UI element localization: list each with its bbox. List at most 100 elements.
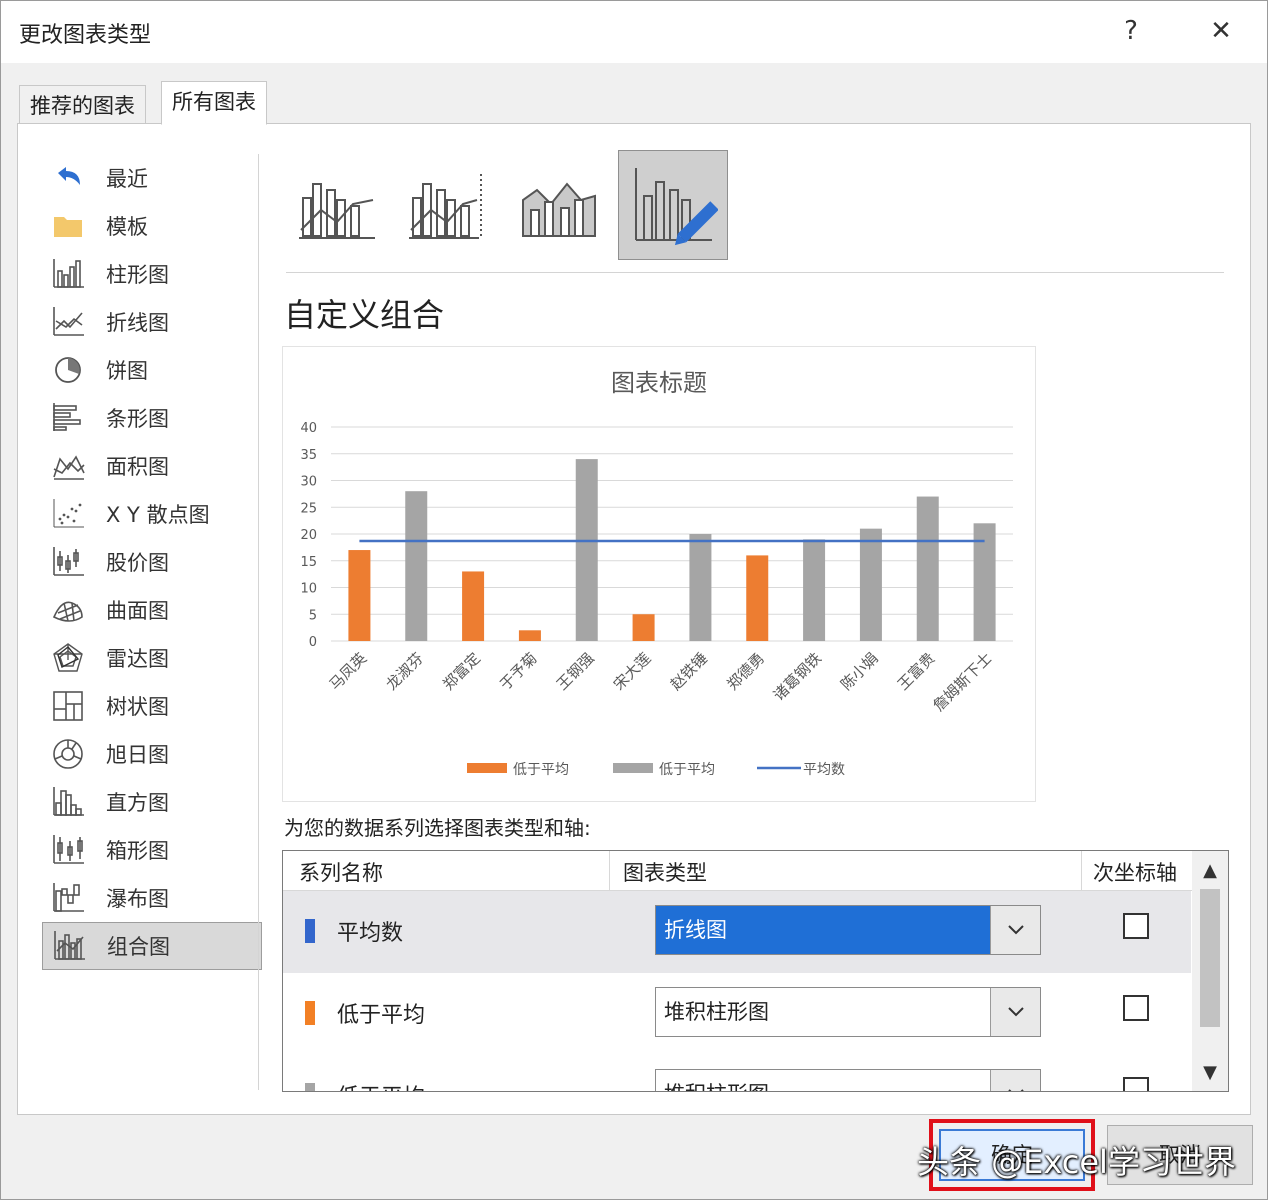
close-button[interactable]: ✕ [1199,11,1243,51]
sidebar-item-label: 瀑布图 [106,887,169,911]
x-tick-label: 马凤英 [326,649,371,694]
dialog-title: 更改图表类型 [19,23,152,48]
series-grid-header: 系列名称 图表类型 次坐标轴 [283,851,1228,891]
x-tick-label: 龙淑芬 [383,649,428,694]
scroll-up-button[interactable]: ▲ [1192,853,1228,887]
sidebar-divider [258,154,259,1090]
bar [916,496,939,641]
series-color-swatch [305,919,315,943]
box-whisker-chart-icon [48,833,88,867]
chart-type-select[interactable]: 堆积柱形图 [655,1069,1041,1091]
change-chart-type-dialog: 更改图表类型 ? ✕ 推荐的图表 所有图表 最近 模板 柱形图 折线图 饼图 条形图 面积图… [0,0,1268,1200]
sidebar-item-label: 模板 [106,215,148,239]
bar [348,550,371,641]
subtype-custom-combination[interactable] [618,150,728,260]
bar [405,491,428,641]
secondary-axis-checkbox[interactable] [1123,1077,1149,1091]
x-tick-label: 宋大莲 [610,649,655,694]
chevron-down-icon[interactable] [990,1070,1040,1091]
chevron-down-icon[interactable] [990,988,1040,1036]
chart-type-select[interactable]: 折线图 [655,905,1041,955]
secondary-axis-checkbox[interactable] [1123,995,1149,1021]
undo-arrow-icon [48,161,88,195]
subtype-clustered-column-line[interactable] [282,150,392,260]
y-tick-label: 10 [300,582,317,597]
sidebar-item-label: 组合图 [107,935,170,959]
sidebar-item-folder[interactable]: 模板 [42,202,262,250]
sidebar-item-label: 曲面图 [106,599,169,623]
header-secondary-axis: 次坐标轴 [1093,861,1177,885]
legend-label: 低于平均 [659,762,715,778]
chart-type-value: 堆积柱形图 [664,1000,769,1024]
histogram-chart-icon [48,785,88,819]
sidebar-item-label: 股价图 [106,551,169,575]
column-chart-icon [48,257,88,291]
sidebar-item-histogram-chart[interactable]: 直方图 [42,778,262,826]
sidebar-item-pie-chart[interactable]: 饼图 [42,346,262,394]
custom-combination-icon [635,168,718,246]
sidebar-item-label: 树状图 [106,695,169,719]
series-row[interactable]: 平均数 折线图 [283,891,1191,973]
sidebar-item-bar-chart[interactable]: 条形图 [42,394,262,442]
chart-preview-svg: 图表标题 0 5 10 15 20 25 30 35 40 马凤英 龙淑芬 郑富定 于予菊 王钢强 宋大莲 赵铁… [300,369,1013,778]
clustered-column-line-icon [299,183,375,239]
bar-chart-icon [48,401,88,435]
chart-preview: 图表标题 0 5 10 15 20 25 30 35 40 马凤英 龙淑芬 郑富定 于予菊 王钢强 宋大莲 赵铁… [282,346,1036,802]
sidebar-item-label: 折线图 [106,311,169,335]
series-row[interactable]: 低于平均 堆积柱形图 [283,1055,1191,1091]
y-tick-label: 30 [300,475,317,490]
series-name: 低于平均 [337,1079,425,1091]
y-tick-label: 5 [309,608,317,623]
chart-type-value: 堆积柱形图 [656,1070,990,1091]
series-grid-scrollbar[interactable]: ▲ ▼ [1192,851,1228,1091]
chevron-down-icon[interactable] [990,906,1040,954]
tab-all-charts[interactable]: 所有图表 [161,81,267,125]
chart-type-select[interactable]: 堆积柱形图 [655,987,1041,1037]
sidebar-item-label: 饼图 [106,359,148,383]
legend-swatch [613,763,653,773]
sidebar-item-sunburst-chart[interactable]: 旭日图 [42,730,262,778]
subtype-clustered-column-line-secondary[interactable] [392,150,502,260]
subtype-divider [286,272,1224,273]
sidebar-item-stock-chart[interactable]: 股价图 [42,538,262,586]
sidebar-item-label: 条形图 [106,407,169,431]
area-chart-icon [48,449,88,483]
sidebar-item-undo-arrow[interactable]: 最近 [42,154,262,202]
bar [632,614,655,641]
legend-label: 平均数 [803,762,845,778]
secondary-axis-checkbox[interactable] [1123,913,1149,939]
series-row[interactable]: 低于平均 堆积柱形图 [283,973,1191,1055]
help-button[interactable]: ? [1109,11,1153,51]
sidebar-item-box-whisker-chart[interactable]: 箱形图 [42,826,262,874]
treemap-chart-icon [48,689,88,723]
x-tick-label: 诸葛钢铁 [770,649,825,704]
bar [746,555,769,641]
sidebar-item-label: 面积图 [106,455,169,479]
sidebar-item-label: X Y 散点图 [106,503,210,527]
x-tick-label: 王钢强 [553,649,598,694]
scroll-down-button[interactable]: ▼ [1192,1055,1228,1089]
bar [462,571,485,641]
sidebar-item-combo-chart[interactable]: 组合图 [42,922,262,970]
header-chart-type: 图表类型 [623,861,707,885]
sidebar-item-treemap-chart[interactable]: 树状图 [42,682,262,730]
sidebar-item-radar-chart[interactable]: 雷达图 [42,634,262,682]
series-prompt: 为您的数据系列选择图表类型和轴: [284,816,591,840]
sidebar-item-area-chart[interactable]: 面积图 [42,442,262,490]
series-name: 低于平均 [337,1003,426,1028]
watermark: 头条 @Excel学习世界 [917,1143,1236,1181]
scatter-chart-icon [48,497,88,531]
series-color-swatch [305,1083,315,1091]
stacked-area-clustered-column-icon [522,182,596,237]
sidebar-item-scatter-chart[interactable]: X Y 散点图 [42,490,262,538]
bar [803,539,826,641]
scroll-thumb[interactable] [1200,889,1220,1027]
sidebar-item-line-chart[interactable]: 折线图 [42,298,262,346]
tab-recommended-charts[interactable]: 推荐的图表 [19,85,146,125]
legend-swatch [467,763,507,773]
subtype-stacked-area-column[interactable] [504,150,614,260]
sidebar-item-surface-chart[interactable]: 曲面图 [42,586,262,634]
bar [859,528,882,641]
sidebar-item-column-chart[interactable]: 柱形图 [42,250,262,298]
sidebar-item-waterfall-chart[interactable]: 瀑布图 [42,874,262,922]
